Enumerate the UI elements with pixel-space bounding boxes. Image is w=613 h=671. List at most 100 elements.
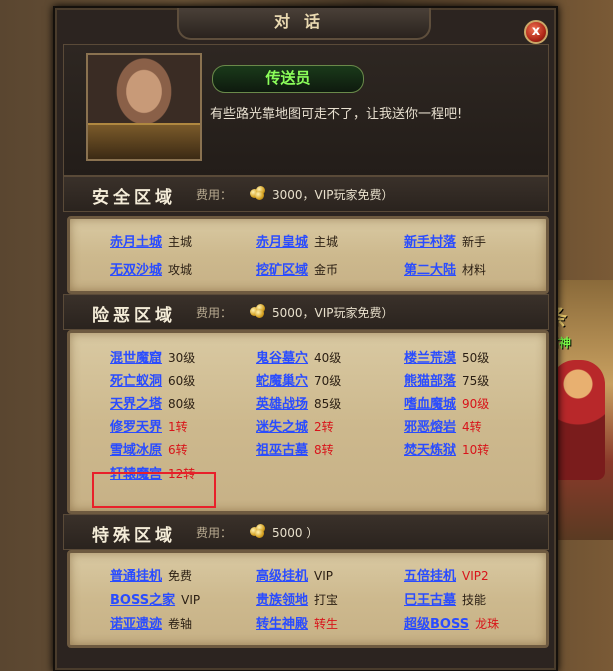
destination-item: 修罗天界 1转 bbox=[110, 416, 188, 436]
destination-tag: 免费 bbox=[168, 569, 193, 583]
destination-tag: 75级 bbox=[462, 374, 490, 388]
fee-text: 5000，VIP玩家免费） bbox=[272, 306, 394, 320]
destination-item: 诺亚遗迹 卷轴 bbox=[110, 613, 192, 633]
portrait-armor bbox=[88, 123, 200, 159]
destination-link[interactable]: 赤月皇城 bbox=[256, 235, 308, 250]
destination-item: 赤月皇城 主城 bbox=[256, 231, 338, 251]
destination-tag: VIP2 bbox=[462, 569, 489, 583]
destination-link[interactable]: 新手村落 bbox=[404, 235, 456, 250]
destination-link[interactable]: 嗜血魔城 bbox=[404, 397, 456, 412]
destination-item: 普通挂机 免费 bbox=[110, 565, 192, 585]
close-button[interactable]: x bbox=[524, 20, 548, 44]
destination-tag: 80级 bbox=[168, 397, 196, 411]
destination-item: 嗜血魔城 90级 bbox=[404, 393, 489, 413]
coin-icon bbox=[250, 186, 266, 200]
destination-link[interactable]: 死亡蚁洞 bbox=[110, 374, 162, 389]
section-body: 赤月土城 主城 赤月皇城 主城 新手村落 新手 无双沙城 攻城 挖矿区域 金币 第二大陆 材料 bbox=[67, 216, 549, 294]
destination-tag: 卷轴 bbox=[168, 617, 193, 631]
destination-link[interactable]: 英雄战场 bbox=[256, 397, 308, 412]
destination-item: 无双沙城 攻城 bbox=[110, 259, 192, 279]
destination-item: 五倍挂机 VIP2 bbox=[404, 565, 489, 585]
npc-portrait bbox=[86, 53, 202, 161]
destination-item: 鬼谷墓穴 40级 bbox=[256, 347, 341, 367]
game-scene: 条 财神 对话 x 传送员 有些路光靠地图可走不了，让我送你一程吧! 安全区域费… bbox=[0, 0, 613, 671]
destination-tag: VIP bbox=[314, 569, 333, 583]
section-name: 安全区域 bbox=[92, 188, 176, 208]
destination-link[interactable]: 蛇魔巢穴 bbox=[256, 374, 308, 389]
section-body: 普通挂机 免费 高级挂机 VIP 五倍挂机 VIP2 BOSS之家 VIP 贵族领地 打宝 巳王古墓… bbox=[67, 550, 549, 648]
destination-link[interactable]: 诺亚遗迹 bbox=[110, 617, 162, 632]
destination-item: 邪恶熔岩 4转 bbox=[404, 416, 482, 436]
section-name: 险恶区域 bbox=[92, 306, 176, 326]
destination-item: 雪域冰原 6转 bbox=[110, 439, 188, 459]
destination-item: 楼兰荒漠 50级 bbox=[404, 347, 489, 367]
destination-link[interactable]: 挖矿区域 bbox=[256, 263, 308, 278]
destination-link[interactable]: 超级BOSS bbox=[404, 617, 469, 632]
destination-item: 英雄战场 85级 bbox=[256, 393, 341, 413]
destination-tag: 打宝 bbox=[314, 593, 339, 607]
destination-item: BOSS之家 VIP bbox=[110, 589, 200, 609]
destination-tag: 攻城 bbox=[168, 263, 193, 277]
destination-item: 高级挂机 VIP bbox=[256, 565, 333, 585]
destination-item: 巳王古墓 技能 bbox=[404, 589, 486, 609]
destination-item: 蛇魔巢穴 70级 bbox=[256, 370, 341, 390]
destination-item: 贵族领地 打宝 bbox=[256, 589, 338, 609]
destination-tag: 1转 bbox=[168, 420, 188, 434]
destination-tag: 技能 bbox=[462, 593, 487, 607]
destination-item: 死亡蚁洞 60级 bbox=[110, 370, 195, 390]
destination-link[interactable]: 五倍挂机 bbox=[404, 569, 456, 584]
destination-tag: 30级 bbox=[168, 351, 196, 365]
destination-link[interactable]: 鬼谷墓穴 bbox=[256, 351, 308, 366]
destination-item: 迷失之城 2转 bbox=[256, 416, 334, 436]
destination-link[interactable]: 普通挂机 bbox=[110, 569, 162, 584]
dialog-title: 对话 bbox=[273, 12, 334, 31]
destination-link[interactable]: 贵族领地 bbox=[256, 593, 308, 608]
destination-tag: 4转 bbox=[462, 420, 482, 434]
destination-tag: 2转 bbox=[314, 420, 334, 434]
destination-link[interactable]: 熊猫部落 bbox=[404, 374, 456, 389]
destination-link[interactable]: 祖巫古墓 bbox=[256, 443, 308, 458]
destination-link[interactable]: 高级挂机 bbox=[256, 569, 308, 584]
destination-link[interactable]: 修罗天界 bbox=[110, 420, 162, 435]
destination-link[interactable]: 第二大陆 bbox=[404, 263, 456, 278]
destination-tag: VIP bbox=[181, 593, 201, 607]
fee-text: 5000 ） bbox=[272, 526, 319, 540]
fee-label: 费用： bbox=[196, 188, 233, 202]
destination-tag: 龙珠 bbox=[475, 617, 500, 631]
destination-item: 天界之塔 80级 bbox=[110, 393, 195, 413]
destination-tag: 90级 bbox=[462, 397, 490, 411]
npc-name: 传送员 bbox=[265, 69, 311, 87]
npc-greeting: 有些路光靠地图可走不了，让我送你一程吧! bbox=[210, 107, 463, 122]
destination-link[interactable]: 雪域冰原 bbox=[110, 443, 162, 458]
destination-item: 新手村落 新手 bbox=[404, 231, 486, 251]
fee-label: 费用： bbox=[196, 306, 233, 320]
destination-link[interactable]: 迷失之城 bbox=[256, 420, 308, 435]
fee-label: 费用： bbox=[196, 526, 233, 540]
coin-icon bbox=[250, 524, 266, 538]
section-header: 安全区域 费用： 3000，VIP玩家免费） bbox=[63, 176, 549, 212]
destination-link[interactable]: 邪恶熔岩 bbox=[404, 420, 456, 435]
background-npc-figure bbox=[551, 360, 605, 480]
coin-icon bbox=[250, 304, 266, 318]
destination-link[interactable]: 无双沙城 bbox=[110, 263, 162, 278]
destination-link[interactable]: 焚天炼狱 bbox=[404, 443, 456, 458]
destination-tag: 金币 bbox=[314, 263, 339, 277]
destination-link[interactable]: 巳王古墓 bbox=[404, 593, 456, 608]
destination-tag: 8转 bbox=[314, 443, 334, 457]
destination-link[interactable]: 赤月土城 bbox=[110, 235, 162, 250]
destination-link[interactable]: 转生神殿 bbox=[256, 617, 308, 632]
destination-tag: 6转 bbox=[168, 443, 188, 457]
destination-link[interactable]: 楼兰荒漠 bbox=[404, 351, 456, 366]
section-header: 特殊区域 费用： 5000 ） bbox=[63, 514, 549, 550]
destination-link[interactable]: 天界之塔 bbox=[110, 397, 162, 412]
destination-tag: 85级 bbox=[314, 397, 342, 411]
destination-item: 祖巫古墓 8转 bbox=[256, 439, 334, 459]
destination-tag: 材料 bbox=[462, 263, 487, 277]
highlight-box bbox=[92, 472, 216, 508]
destination-item: 超级BOSS 龙珠 bbox=[404, 613, 499, 633]
destination-tag: 转生 bbox=[314, 617, 339, 631]
destination-item: 赤月土城 主城 bbox=[110, 231, 192, 251]
destination-tag: 主城 bbox=[314, 235, 339, 249]
destination-link[interactable]: BOSS之家 bbox=[110, 593, 175, 608]
destination-link[interactable]: 混世魔窟 bbox=[110, 351, 162, 366]
